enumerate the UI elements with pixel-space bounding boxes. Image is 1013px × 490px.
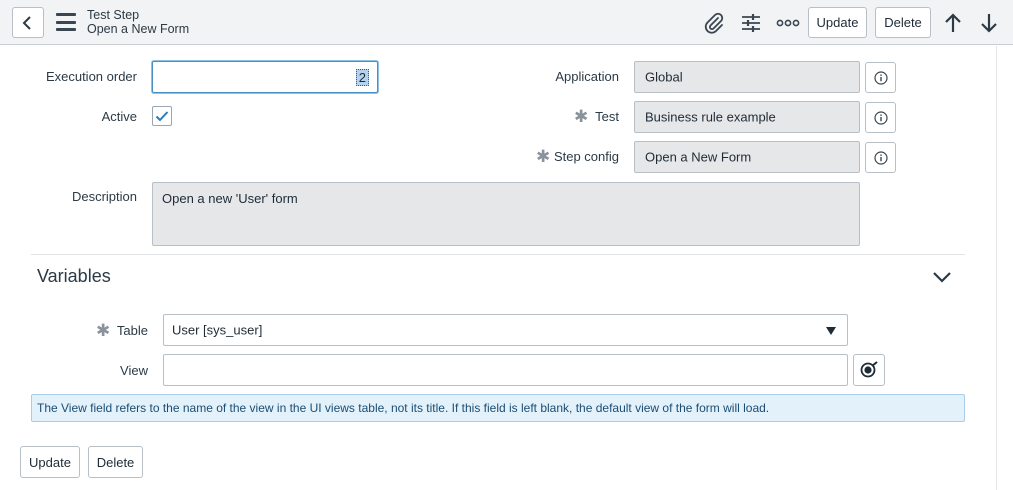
footer-update-button[interactable]: Update	[20, 446, 80, 478]
footer-delete-button[interactable]: Delete	[88, 446, 143, 478]
description-label: Description	[71, 189, 137, 204]
back-button[interactable]	[12, 7, 44, 38]
execution-order-value: 2	[355, 69, 369, 86]
description-value: Open a new 'User' form	[162, 191, 298, 206]
test-label: Test	[595, 109, 619, 124]
table-select[interactable]: User [sys_user]	[163, 314, 848, 346]
step-config-info-button[interactable]	[865, 142, 896, 173]
section-divider	[31, 254, 965, 255]
required-asterisk-icon: ✱	[574, 107, 589, 126]
table-label: Table	[116, 323, 148, 338]
step-config-field[interactable]: Open a New Form	[634, 141, 860, 173]
view-lookup-button[interactable]	[853, 354, 885, 386]
form-body: Execution order 2 Active Application Glo…	[0, 46, 1013, 490]
test-info-button[interactable]	[865, 102, 896, 133]
application-field[interactable]: Global	[634, 61, 860, 93]
checkmark-icon	[155, 111, 169, 122]
execution-order-label: Execution order	[45, 69, 137, 84]
info-icon	[873, 70, 888, 85]
active-checkbox[interactable]	[152, 106, 172, 126]
scrollbar-divider	[996, 46, 997, 490]
header-delete-button[interactable]: Delete	[875, 7, 931, 38]
reference-lookup-icon	[860, 361, 878, 378]
info-icon	[873, 150, 888, 165]
chevron-down-icon[interactable]	[932, 271, 952, 285]
execution-order-input[interactable]: 2	[152, 61, 378, 93]
more-icon[interactable]	[775, 11, 801, 35]
step-config-label: Step config	[553, 149, 619, 164]
view-label: View	[120, 363, 148, 378]
application-label: Application	[555, 69, 619, 84]
step-config-value: Open a New Form	[645, 149, 752, 165]
description-textarea[interactable]: Open a new 'User' form	[152, 182, 860, 246]
active-label: Active	[101, 109, 137, 124]
variables-section-title: Variables	[37, 266, 111, 286]
record-name: Open a New Form	[87, 22, 190, 36]
required-asterisk-icon: ✱	[96, 321, 111, 340]
chevron-left-icon	[22, 15, 31, 30]
view-input[interactable]	[163, 354, 848, 386]
application-value: Global	[645, 69, 683, 85]
hamburger-menu-icon[interactable]	[56, 13, 76, 31]
info-icon	[873, 110, 888, 125]
form-title: Test Step Open a New Form	[87, 8, 189, 36]
arrow-down-icon[interactable]	[977, 11, 1001, 35]
dropdown-arrow-icon	[826, 327, 836, 335]
test-value: Business rule example	[645, 109, 776, 125]
application-info-button[interactable]	[865, 62, 896, 93]
test-field[interactable]: Business rule example	[634, 101, 860, 133]
table-value: User [sys_user]	[172, 322, 263, 338]
view-info-message: The View field refers to the name of the…	[31, 394, 965, 422]
record-type: Test Step	[87, 8, 140, 22]
sliders-icon[interactable]	[738, 11, 764, 35]
paperclip-icon[interactable]	[701, 11, 727, 35]
header-update-button[interactable]: Update	[808, 7, 867, 38]
arrow-up-icon[interactable]	[941, 11, 965, 35]
form-header: Test Step Open a New Form Update Delete	[0, 0, 1013, 45]
required-asterisk-icon: ✱	[536, 147, 551, 166]
